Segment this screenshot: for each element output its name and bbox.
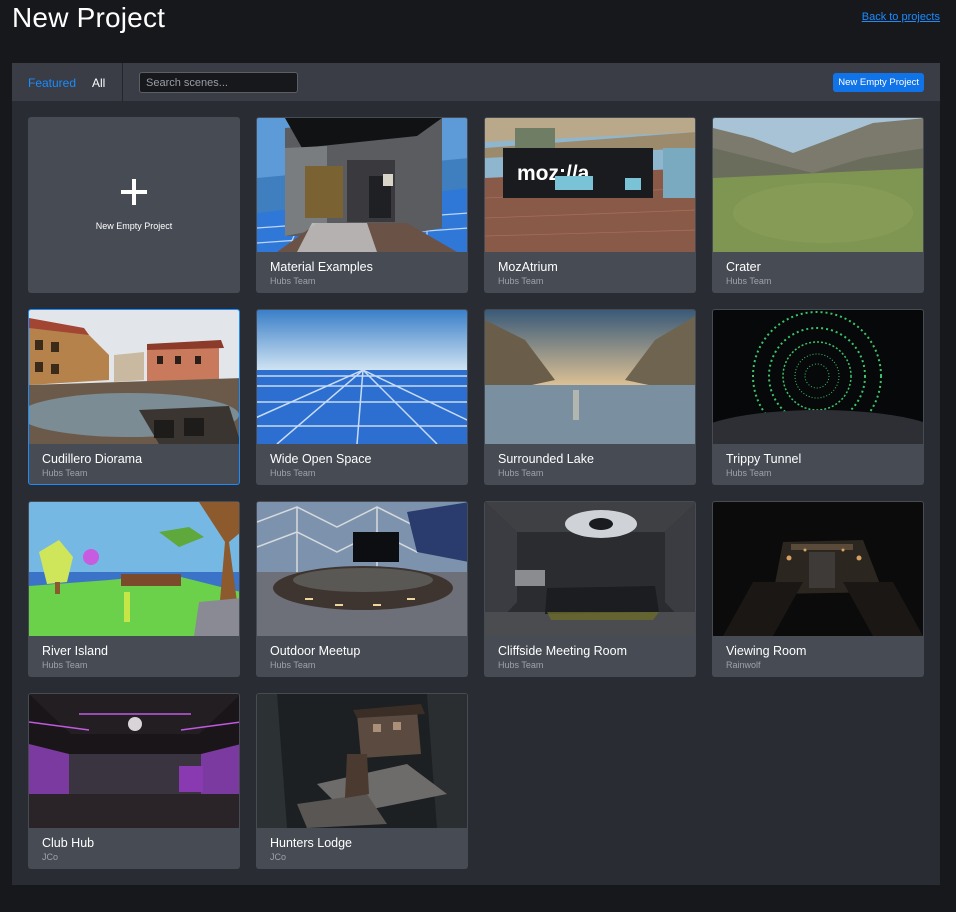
scene-thumbnail [257, 694, 467, 828]
scenes-panel: Featured All New Empty Project New Empty… [12, 63, 940, 885]
page-title: New Project [12, 2, 166, 33]
tab-featured[interactable]: Featured [28, 76, 76, 90]
scene-title: Cudillero Diorama [42, 452, 143, 466]
scene-title: Surrounded Lake [498, 452, 594, 466]
scene-thumbnail: moz://a [485, 118, 695, 252]
scene-title: Cliffside Meeting Room [498, 644, 627, 658]
scene-card-cudillero-diorama[interactable]: Cudillero Diorama Hubs Team [28, 309, 240, 485]
scene-title: Outdoor Meetup [270, 644, 361, 658]
scene-thumbnail [29, 694, 239, 828]
scene-card-river-island[interactable]: River Island Hubs Team [28, 501, 240, 677]
toolbar: Featured All New Empty Project [12, 63, 940, 101]
scene-author: JCo [42, 852, 59, 862]
scene-card-viewing-room[interactable]: Viewing Room Rainwolf [712, 501, 924, 677]
tab-all[interactable]: All [92, 76, 105, 90]
scene-card-material-examples[interactable]: Material Examples Hubs Team [256, 117, 468, 293]
scene-card-outdoor-meetup[interactable]: Outdoor Meetup Hubs Team [256, 501, 468, 677]
scene-thumbnail [485, 502, 695, 636]
new-empty-project-label: New Empty Project [95, 221, 173, 231]
scene-title: MozAtrium [498, 260, 558, 274]
scene-thumbnail [257, 118, 467, 252]
scene-title: River Island [42, 644, 108, 658]
scene-title: Crater [726, 260, 761, 274]
scene-author: Hubs Team [498, 276, 544, 286]
scene-author: Hubs Team [726, 468, 772, 478]
scene-card-hunters-lodge[interactable]: Hunters Lodge JCo [256, 693, 468, 869]
scene-title: Material Examples [270, 260, 373, 274]
scene-author: JCo [270, 852, 287, 862]
scene-thumbnail [713, 310, 923, 444]
search-input[interactable] [139, 72, 298, 93]
scene-author: Hubs Team [42, 468, 88, 478]
scene-title: Viewing Room [726, 644, 807, 658]
scene-card-surrounded-lake[interactable]: Surrounded Lake Hubs Team [484, 309, 696, 485]
scene-author: Hubs Team [270, 276, 316, 286]
scene-card-crater[interactable]: Crater Hubs Team [712, 117, 924, 293]
scene-thumbnail [257, 310, 467, 444]
scene-title: Wide Open Space [270, 452, 372, 466]
scene-card-wide-open-space[interactable]: Wide Open Space Hubs Team [256, 309, 468, 485]
scene-card-mozatrium[interactable]: moz://a MozAtrium Hubs Team [484, 117, 696, 293]
scene-author: Hubs Team [270, 660, 316, 670]
plus-icon [121, 179, 147, 205]
toolbar-divider [122, 63, 123, 101]
back-to-projects-link[interactable]: Back to projects [862, 11, 940, 23]
scene-thumbnail [713, 502, 923, 636]
scene-title: Club Hub [42, 836, 95, 850]
scene-author: Hubs Team [498, 660, 544, 670]
scene-author: Rainwolf [726, 660, 761, 670]
scene-author: Hubs Team [498, 468, 544, 478]
scene-thumbnail [485, 310, 695, 444]
scene-grid: New Empty Project Material Examples Hubs… [28, 117, 924, 869]
new-empty-project-card[interactable]: New Empty Project [28, 117, 240, 293]
scene-author: Hubs Team [726, 276, 772, 286]
scene-title: Trippy Tunnel [726, 452, 802, 466]
scene-author: Hubs Team [270, 468, 316, 478]
scene-card-club-hub[interactable]: Club Hub JCo [28, 693, 240, 869]
scene-card-trippy-tunnel[interactable]: Trippy Tunnel Hubs Team [712, 309, 924, 485]
scene-card-cliffside-meeting-room[interactable]: Cliffside Meeting Room Hubs Team [484, 501, 696, 677]
scene-thumbnail [29, 502, 239, 636]
scene-title: Hunters Lodge [270, 836, 353, 850]
scene-thumbnail [29, 310, 239, 444]
scene-author: Hubs Team [42, 660, 88, 670]
scene-thumbnail [713, 118, 923, 252]
new-empty-project-button[interactable]: New Empty Project [833, 73, 924, 92]
scene-thumbnail [257, 502, 467, 636]
